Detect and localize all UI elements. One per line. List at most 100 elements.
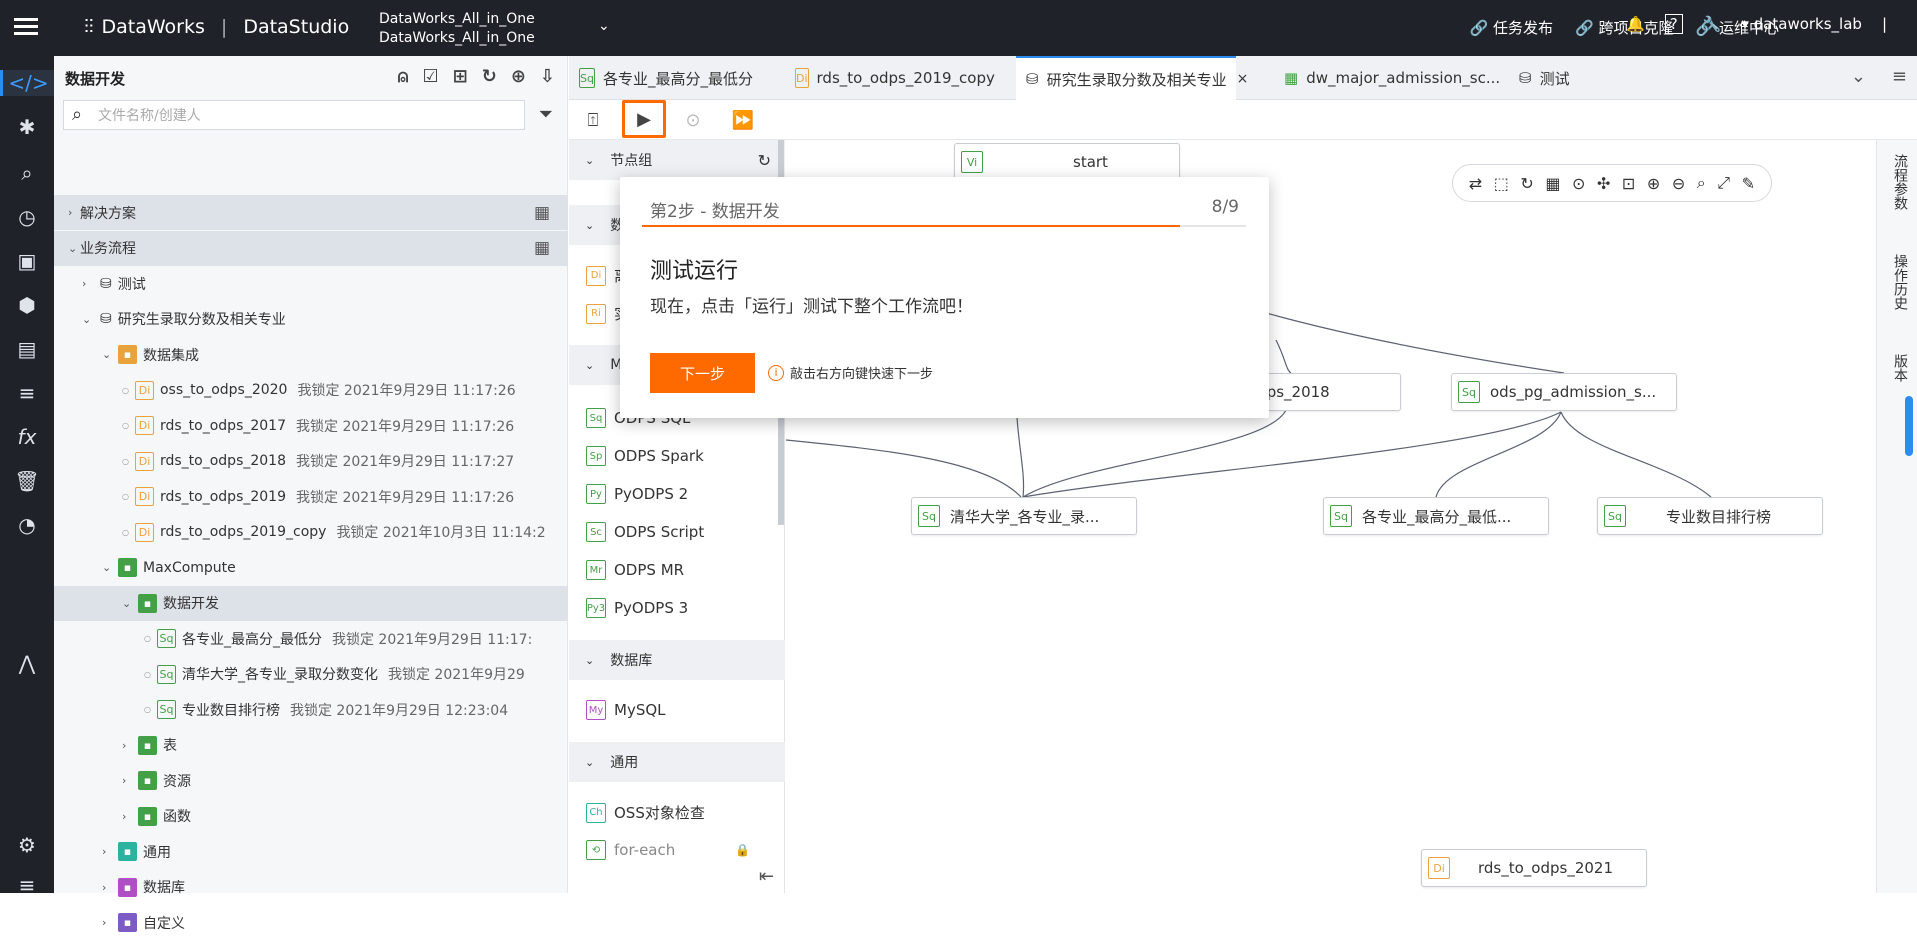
function-icon[interactable]: fx [14,424,40,450]
run-from-icon[interactable]: ⏩ [729,106,757,134]
section-database[interactable]: ⌄ 数据库 [569,640,785,680]
grid-icon[interactable]: ▦ [534,238,550,258]
chevron-down-icon[interactable]: ⌄ [82,313,94,326]
node-odps-spark[interactable]: Sp ODPS Spark [586,446,704,466]
close-icon[interactable]: × [1237,71,1249,87]
section-node-group[interactable]: ⌄ 节点组 ↻ [569,140,785,180]
tree-item[interactable]: › ▪ 通用 [54,834,568,869]
import-icon[interactable]: ⇩ [540,66,555,87]
tree-item[interactable]: ○ Di rds_to_odps_2019_copy 我锁定 2021年10月3日 1… [54,515,568,550]
more-menu-icon[interactable]: ≡ [1892,66,1907,87]
locate-icon[interactable]: ⊕ [511,66,526,87]
briefcase-icon[interactable]: ▣ [14,248,40,274]
user-menu[interactable]: ▾ dataworks_lab [1741,15,1862,33]
fullscreen-icon[interactable]: ⤢ [1717,173,1730,193]
tab-max-min-score[interactable]: Sq 各专业_最高分_最低分 [569,56,753,100]
panel-scroll-knob[interactable] [1905,396,1913,456]
submit-icon[interactable]: ⍐ [579,106,607,134]
tree-item[interactable]: ○ Sq 清华大学_各专业_录取分数变化 我锁定 2021年9月29 [54,657,568,692]
tree-item[interactable]: ○ Di rds_to_odps_2019 我锁定 2021年9月29日 11:17:… [54,479,568,514]
tree-item[interactable]: ⌄ ▪ 数据开发 [54,585,568,621]
tree-item[interactable]: › 解决方案 ▦ [54,195,568,230]
tree-item[interactable]: ⌄ ⛁ 研究生录取分数及相关专业 [54,302,568,337]
run-button[interactable]: ▶ [622,100,666,138]
tab-versions[interactable]: 版本 [1889,354,1908,382]
user-filter-icon[interactable]: ⍝ [398,66,409,87]
refresh-icon[interactable]: ↻ [1520,174,1533,193]
analysis-icon[interactable]: ◔ [14,512,40,538]
tab-workflow[interactable]: ⛁ 研究生录取分数及相关专业 × [1016,56,1248,100]
layout-grid-icon[interactable]: ▦ [1545,174,1560,193]
tree-item[interactable]: ○ Sq 专业数目排行榜 我锁定 2021年9月29日 12:23:04 [54,692,568,727]
tree-item[interactable]: ○ Di rds_to_odps_2017 我锁定 2021年9月29日 11:17:… [54,408,568,443]
refresh-icon[interactable]: ↻ [758,151,771,170]
table-icon[interactable]: ▤ [14,336,40,362]
tree-item[interactable]: › ▪ 表 [54,728,568,763]
more-icon[interactable]: | [1882,15,1887,33]
chevron-right-icon[interactable]: › [122,739,134,752]
box-select-icon[interactable]: ⬚ [1494,174,1509,193]
node-pyodps2[interactable]: Py PyODPS 2 [586,484,688,504]
center-icon[interactable]: ⊙ [1572,174,1585,193]
tab-operation-history[interactable]: 操作历史 [1889,254,1908,310]
tree-item[interactable]: › ▪ 资源 [54,763,568,798]
tree-item[interactable]: › ▪ 数据库 [54,870,568,905]
node-mysql[interactable]: My MySQL [586,700,666,720]
chevron-right-icon[interactable]: › [102,845,114,858]
cube-icon[interactable]: ⬢ [14,292,40,318]
chevron-down-icon[interactable]: ⌄ [102,561,114,574]
tree-item[interactable]: › ▪ 函数 [54,799,568,834]
lineage-icon[interactable]: ⋀ [14,650,40,676]
chevron-right-icon[interactable]: › [122,810,134,823]
tab-test[interactable]: ⛁ 测试 [1509,56,1609,100]
tab-rds-copy[interactable]: Di rds_to_odps_2019_copy [785,56,995,100]
help-icon[interactable]: ? [1664,14,1683,34]
stop-icon[interactable]: ⊙ [679,106,707,134]
search-icon[interactable]: ⌕ [1697,173,1706,193]
tree-item[interactable]: › ⛁ 测试 [54,266,568,301]
tab-workflow-params[interactable]: 流程参数 [1889,154,1908,210]
chevron-right-icon[interactable]: › [122,774,134,787]
tree-item[interactable]: ⌄ ▪ 数据集成 [54,337,568,372]
collapse-menu-icon[interactable]: ≡ [14,872,40,898]
trash-icon[interactable]: 🗑 [14,468,40,494]
tree-item[interactable]: ⌄ ▪ MaxCompute [54,550,568,585]
tree-item[interactable]: ⌄ 业务流程 ▦ [54,230,568,266]
zoom-out-icon[interactable]: ⊖ [1672,174,1685,193]
data-dev-icon[interactable]: </> [0,70,54,96]
tree-item[interactable]: › ▪ 自定义 [54,905,568,940]
menu-icon[interactable] [14,14,38,38]
next-step-button[interactable]: 下一步 [650,353,755,393]
list-icon[interactable]: ≡ [14,380,40,406]
chevron-down-icon[interactable]: ⌄ [102,348,114,361]
canvas-node-rds-2021[interactable]: Di rds_to_odps_2021 [1421,849,1647,887]
filter-icon[interactable]: ⏷ [539,104,553,125]
search-input[interactable]: ⌕ 文件名称/创建人 [63,100,525,130]
actual-size-icon[interactable]: ⊡ [1622,174,1635,193]
node-oss-check[interactable]: Ch OSS对象检查 [586,802,705,823]
clock-icon[interactable]: ◷ [14,204,40,230]
workspace-selector[interactable]: DataWorks_All_in_One DataWorks_All_in_On… [379,10,535,48]
chevron-right-icon[interactable]: › [82,277,94,290]
new-file-icon[interactable]: ⊞ [453,66,468,87]
tree-item[interactable]: ○ Di oss_to_odps_2020 我锁定 2021年9月29日 11:17:… [54,373,568,408]
fit-icon[interactable]: ✣ [1597,174,1610,193]
grid-icon[interactable]: ▦ [534,203,550,223]
tree-item[interactable]: ○ Di rds_to_odps_2018 我锁定 2021年9月29日 11:17:… [54,444,568,479]
settings-icon[interactable]: ⚙ [14,832,40,858]
canvas-node-tsinghua[interactable]: Sq 清华大学_各专业_录... [911,497,1137,535]
canvas-node-max-min[interactable]: Sq 各专业_最高分_最低... [1323,497,1549,535]
chevron-right-icon[interactable]: › [102,916,114,929]
node-odps-script[interactable]: Sc ODPS Script [586,522,704,542]
chevron-down-icon[interactable]: ⌄ [122,597,134,610]
format-icon[interactable]: ✎ [1742,174,1755,193]
node-pyodps3[interactable]: Py3 PyODPS 3 [586,598,688,618]
tab-dw-table[interactable]: ▦ dw_major_admission_sc... [1274,56,1500,100]
chevron-right-icon[interactable]: › [68,206,80,219]
select-icon[interactable]: ☑ [422,66,438,87]
link-task-publish[interactable]: 🔗 任务发布 [1470,17,1553,38]
chevron-down-icon[interactable]: ⌄ [68,242,80,255]
canvas-node-ods-pg[interactable]: Sq ods_pg_admission_s... [1451,373,1677,411]
canvas-node-start[interactable]: Vi start [954,143,1180,181]
bell-icon[interactable]: 🔔 [1626,15,1645,33]
